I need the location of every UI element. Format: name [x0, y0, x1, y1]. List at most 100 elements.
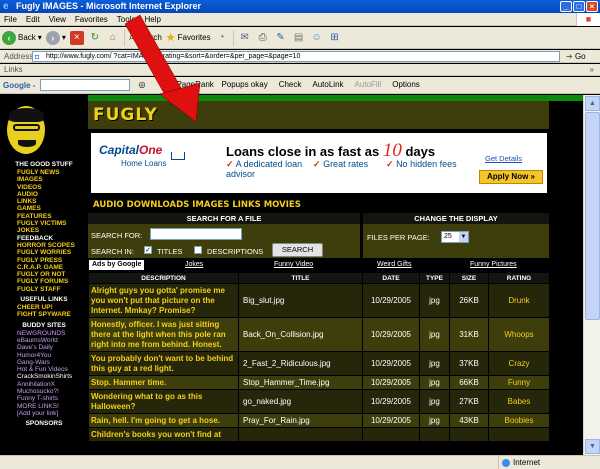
sidebar-item-games[interactable]: GAMES: [0, 205, 88, 212]
google-autolink[interactable]: AutoLink: [309, 79, 346, 91]
sidebar-item-crap-game[interactable]: C.R.A.P. GAME: [0, 264, 88, 271]
links-label[interactable]: Links: [4, 65, 23, 74]
nav-images[interactable]: IMAGES: [192, 200, 229, 210]
google-options[interactable]: Options: [389, 79, 423, 91]
back-button[interactable]: ‹ Back ▾: [2, 30, 42, 45]
buddy-link-daves-daily[interactable]: Dave's Daily: [0, 344, 88, 351]
nav-downloads[interactable]: DOWNLOADS: [127, 200, 190, 210]
sidebar-item-fugly-victims[interactable]: FUGLY VICTIMS: [0, 220, 88, 227]
menu-favorites[interactable]: Favorites: [75, 13, 108, 25]
maximize-button[interactable]: □: [573, 1, 585, 12]
sidebar-item-cheer-up[interactable]: CHEER UP!: [0, 304, 88, 311]
links-chevron-icon[interactable]: »: [590, 64, 594, 76]
google-search-input[interactable]: [40, 79, 131, 91]
row-title[interactable]: [238, 427, 363, 442]
table-row[interactable]: Stop. Hammer time. Stop_Hammer_Time.jpg …: [88, 375, 550, 390]
ad-link-funny-video[interactable]: Funny Video: [274, 260, 313, 270]
table-row[interactable]: Honestly, officer. I was just sitting th…: [88, 317, 550, 352]
sidebar-item-feedback[interactable]: FEEDBACK: [0, 235, 88, 242]
sidebar-item-audio[interactable]: AUDIO: [0, 191, 88, 198]
table-row[interactable]: Wondering what to go as this Halloween? …: [88, 389, 550, 414]
row-title[interactable]: Stop_Hammer_Time.jpg: [238, 375, 363, 390]
files-per-page-select[interactable]: 25 ▼: [441, 231, 469, 243]
buddy-link-add-your-link[interactable]: [Add your link]: [0, 410, 88, 417]
table-row[interactable]: Alright guys you gotta' promise me you w…: [88, 283, 550, 318]
refresh-icon[interactable]: ↻: [88, 31, 102, 45]
descriptions-checkbox[interactable]: [194, 246, 202, 254]
buddy-link-humor4you[interactable]: Humor4You: [0, 352, 88, 359]
buddy-link-cracksmokinshirts[interactable]: CrackSmokinShirts: [0, 373, 88, 380]
google-autofill[interactable]: AutoFill: [352, 79, 385, 91]
sidebar-item-fugly-worries[interactable]: FUGLY WORRIES: [0, 249, 88, 256]
go-button[interactable]: ➔ Go: [566, 50, 586, 63]
table-row[interactable]: Children's books you won't find at: [88, 427, 550, 442]
research-icon[interactable]: ⊞: [328, 31, 342, 45]
col-title[interactable]: TITLE: [238, 272, 363, 284]
col-description[interactable]: DESCRIPTION: [88, 272, 239, 284]
menu-view[interactable]: View: [49, 13, 66, 25]
ad-link-weird-gifts[interactable]: Weird Gifts: [377, 260, 412, 270]
menu-edit[interactable]: Edit: [26, 13, 40, 25]
google-popups[interactable]: Popups okay: [218, 79, 270, 91]
apply-now-button[interactable]: Apply Now »: [479, 170, 543, 184]
scroll-thumb[interactable]: [585, 112, 600, 320]
sidebar-item-fight-spyware[interactable]: FIGHT SPYWARE: [0, 311, 88, 318]
titles-checkbox[interactable]: ✓: [144, 246, 152, 254]
favorites-button[interactable]: ★ Favorites: [166, 31, 211, 44]
table-row[interactable]: Rain, hell. I'm going to get a hose. Pra…: [88, 413, 550, 428]
scroll-up-icon[interactable]: ▲: [585, 96, 600, 111]
sidebar-item-videos[interactable]: VIDEOS: [0, 184, 88, 191]
sidebar-item-fugly-forums[interactable]: FUGLY FORUMS: [0, 278, 88, 285]
sidebar-item-images[interactable]: IMAGES: [0, 176, 88, 183]
buddy-link-muchosucko[interactable]: Muchosucko?!: [0, 388, 88, 395]
ad-link-funny-pictures[interactable]: Funny Pictures: [470, 260, 517, 270]
buddy-link-ebaumsworld[interactable]: eBaumsWorld: [0, 337, 88, 344]
row-title[interactable]: Pray_For_Rain.jpg: [238, 413, 363, 428]
menu-tools[interactable]: Tools: [117, 13, 136, 25]
google-label[interactable]: Google -: [3, 81, 35, 90]
row-description[interactable]: Rain, hell. I'm going to get a hose.: [88, 413, 239, 428]
menu-file[interactable]: File: [4, 13, 17, 25]
row-title[interactable]: Back_On_Collision.jpg: [238, 317, 363, 352]
forward-button[interactable]: › ▾: [45, 30, 66, 45]
ad-link-jokes[interactable]: Jokes: [185, 260, 203, 270]
get-details-link[interactable]: Get Details: [485, 154, 522, 163]
sidebar-item-fugly-or-not[interactable]: FUGLY OR NOT: [0, 271, 88, 278]
minimize-button[interactable]: _: [560, 1, 572, 12]
search-input[interactable]: [150, 228, 242, 240]
buddy-link-more-links[interactable]: MORE LINKS!: [0, 403, 88, 410]
sidebar-item-horror-scopes[interactable]: HORROR SCOPES: [0, 242, 88, 249]
discuss-icon[interactable]: ▤: [292, 31, 306, 45]
buddy-link-newgrounds[interactable]: NEWGROUNDS: [0, 330, 88, 337]
stop-icon[interactable]: ×: [69, 30, 84, 45]
buddy-link-gang-wars[interactable]: Gang-Wars: [0, 359, 88, 366]
row-title[interactable]: 2_Fast_2_Ridiculous.jpg: [238, 351, 363, 376]
scroll-down-icon[interactable]: ▼: [585, 439, 600, 454]
row-description[interactable]: Alright guys you gotta' promise me you w…: [88, 283, 239, 318]
sidebar-item-links[interactable]: LINKS: [0, 198, 88, 205]
nav-movies[interactable]: MOVIES: [264, 200, 301, 210]
col-type[interactable]: TYPE: [419, 272, 450, 284]
row-title[interactable]: Big_slut.jpg: [238, 283, 363, 318]
search-button[interactable]: ⌕ Search: [129, 32, 162, 43]
home-icon[interactable]: ⌂: [106, 31, 120, 45]
row-title[interactable]: go_naked.jpg: [238, 389, 363, 414]
buddy-link-funny-tshirts[interactable]: Funny T-shirts: [0, 395, 88, 402]
col-rating[interactable]: RATING: [488, 272, 550, 284]
sidebar-item-features[interactable]: FEATURES: [0, 213, 88, 220]
mail-icon[interactable]: ✉: [238, 31, 252, 45]
google-pagerank[interactable]: PageRank: [173, 79, 213, 91]
messenger-icon[interactable]: ☺: [310, 31, 324, 45]
fugly-logo[interactable]: FUGLY: [93, 105, 158, 125]
table-row[interactable]: You probably don't want to be behind thi…: [88, 351, 550, 376]
google-check[interactable]: Check: [276, 79, 305, 91]
ads-by-google-label[interactable]: Ads by Google: [89, 260, 145, 270]
banner-ad[interactable]: CapitalOne Home Loans Loans close in as …: [91, 133, 547, 193]
row-description[interactable]: Stop. Hammer time.: [88, 375, 239, 390]
history-icon[interactable]: ◔: [215, 31, 229, 45]
print-icon[interactable]: ⎙: [256, 31, 270, 45]
buddy-link-hot-fun-videos[interactable]: Hot & Fun Videos: [0, 366, 88, 373]
col-size[interactable]: SIZE: [449, 272, 489, 284]
row-description[interactable]: Wondering what to go as this Halloween?: [88, 389, 239, 414]
row-description[interactable]: You probably don't want to be behind thi…: [88, 351, 239, 376]
